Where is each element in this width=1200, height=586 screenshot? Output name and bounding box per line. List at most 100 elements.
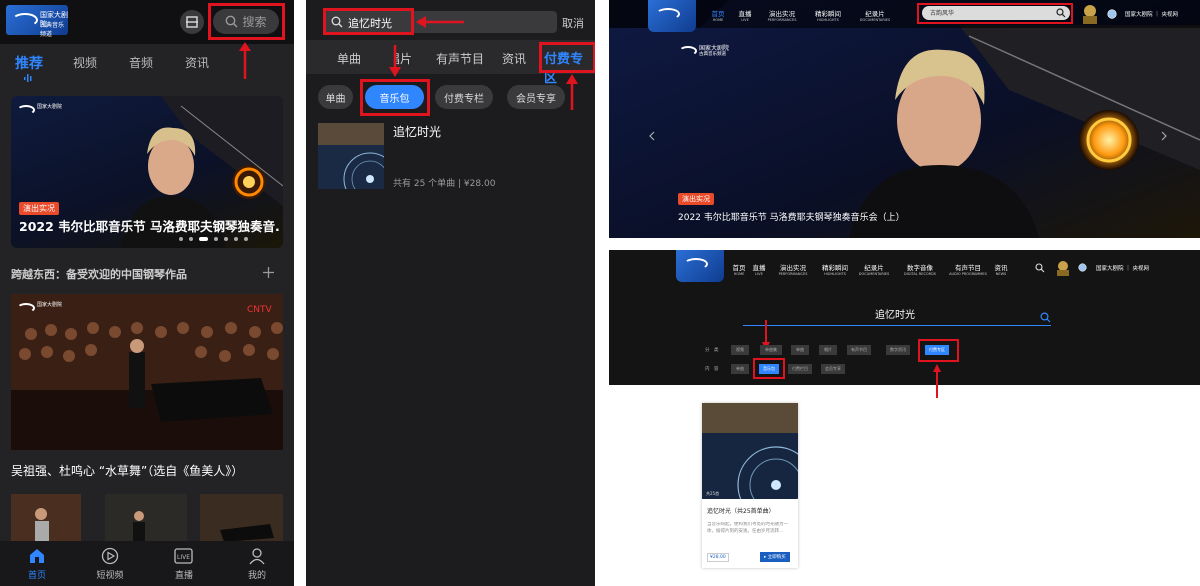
web-nav-performances[interactable]: 演出实况 PERFORMANCES bbox=[762, 8, 802, 22]
filter-album[interactable]: 唱片 bbox=[819, 345, 837, 355]
nav-home[interactable]: 首页 HOME bbox=[729, 262, 749, 276]
web-home-panel: 国家大剧院 古典音乐频道 首页 HOME 直播 LIVE 演出实况 PERFORMAN… bbox=[609, 0, 1200, 238]
arrow-down-icon bbox=[389, 45, 401, 77]
web-search-input[interactable]: 古韵风华 bbox=[922, 6, 1070, 20]
plus-icon[interactable] bbox=[263, 267, 274, 278]
nav-live[interactable]: 直播 LIVE bbox=[749, 262, 769, 276]
filter-content-single[interactable]: 单曲 bbox=[731, 364, 749, 374]
tab-recommend[interactable]: 推荐 bbox=[15, 53, 43, 73]
video-card[interactable]: CNTV 国家大剧院 bbox=[11, 294, 283, 450]
filter-audio-programs[interactable]: 有声节目 bbox=[847, 345, 871, 355]
search-icon[interactable] bbox=[1056, 8, 1066, 18]
search-button[interactable]: 搜索 bbox=[213, 9, 279, 34]
svg-text:CNTV: CNTV bbox=[247, 305, 273, 315]
row2-label: 内 容 bbox=[705, 367, 719, 372]
tabbar-me-label[interactable]: 我的 bbox=[237, 568, 277, 581]
result-item[interactable] bbox=[318, 123, 384, 189]
cancel-button[interactable]: 取消 bbox=[562, 15, 584, 31]
live-icon[interactable]: LIVE bbox=[174, 547, 193, 565]
arrow-up-icon bbox=[933, 364, 941, 398]
web-nav-live[interactable]: 直播 LIVE bbox=[733, 8, 757, 22]
tab-news[interactable]: 资讯 bbox=[185, 54, 209, 71]
award-badge-icon bbox=[1057, 261, 1069, 276]
active-tab-indicator-icon bbox=[24, 74, 32, 82]
result-title: 追忆时光 bbox=[393, 125, 442, 139]
filter-single-set[interactable]: 单曲集 bbox=[760, 345, 782, 355]
bottom-tabbar: 首页 短视频 LIVE 直播 我的 bbox=[0, 541, 294, 586]
banner-card[interactable]: 国家大剧院 演出实况 2022 韦尔比耶音乐节 马洛费耶夫钢琴独奏音... bbox=[11, 96, 283, 248]
card-badge: 共25首 bbox=[706, 491, 720, 496]
search-query: 追忆时光 bbox=[875, 310, 915, 321]
tabbar-home-label[interactable]: 首页 bbox=[17, 568, 57, 581]
svg-text:LIVE: LIVE bbox=[177, 554, 190, 561]
nav-news[interactable]: 资讯 NEWS bbox=[993, 262, 1009, 276]
clock-cover-image bbox=[318, 123, 384, 189]
scan-icon[interactable] bbox=[180, 10, 204, 34]
banner-logo-text: 国家大剧院 bbox=[699, 45, 730, 52]
org-links[interactable]: 国家大剧院 ｜ 央视网 bbox=[1096, 264, 1149, 272]
clock-cover-image bbox=[702, 403, 798, 499]
filter-digital-news[interactable]: 数字资讯 bbox=[886, 345, 910, 355]
web-logo[interactable] bbox=[676, 250, 724, 282]
nav-performances[interactable]: 演出实况 PERFORMANCES bbox=[773, 262, 813, 276]
card-description: 当音乐响起，便和我们寻觅的时光融为一体，偷得片刻的安逸，任由岁月流转... bbox=[707, 522, 788, 534]
category-tabs: 单曲 唱片 有声节目 资讯 付费专区 bbox=[306, 40, 595, 86]
logo-subtext: 古典音乐频道 bbox=[40, 22, 65, 38]
banner-logo-text: 国家大剧院 bbox=[37, 104, 63, 110]
row1-label: 分 类 bbox=[705, 348, 719, 353]
arrow-up-icon bbox=[239, 42, 251, 79]
tabbar-live-label[interactable]: 直播 bbox=[164, 568, 204, 581]
tabbar-shortvideo-label[interactable]: 短视频 bbox=[90, 568, 130, 581]
banner-logo: 国家大剧院 bbox=[17, 102, 63, 120]
web-nav-documentaries[interactable]: 纪录片 DOCUMENTARIES bbox=[853, 8, 897, 22]
globe-icon[interactable] bbox=[1078, 263, 1087, 272]
chip-member-only[interactable]: 会员专享 bbox=[507, 85, 565, 109]
org-links[interactable]: 国家大剧院 ｜ 央视网 bbox=[1125, 10, 1178, 18]
filter-content-music-pack[interactable]: 音乐包 bbox=[759, 364, 779, 374]
banner-tag: 演出实况 bbox=[19, 202, 59, 215]
tab-audio-programs[interactable]: 有声节目 bbox=[436, 50, 484, 67]
user-icon[interactable] bbox=[248, 547, 266, 565]
buy-button[interactable]: ▸ 立即购买 bbox=[760, 552, 790, 562]
filter-content-paid-column[interactable]: 付费栏目 bbox=[788, 364, 812, 374]
filter-single[interactable]: 单曲 bbox=[791, 345, 809, 355]
tab-video[interactable]: 视频 bbox=[73, 54, 97, 71]
web-logo[interactable] bbox=[648, 0, 696, 32]
result-meta: 共有 25 个单曲 | ¥28.00 bbox=[393, 179, 496, 189]
nav-documentaries[interactable]: 纪录片 DOCUMENTARIES bbox=[853, 262, 895, 276]
banner-logo: 国家大剧院 古典音乐频道 bbox=[679, 44, 735, 60]
nav-highlights[interactable]: 精彩瞬间 HIGHLIGHTS bbox=[816, 262, 854, 276]
chip-single[interactable]: 单曲 bbox=[318, 85, 353, 109]
search-icon[interactable] bbox=[1040, 312, 1051, 323]
music-pack-card[interactable]: 共25首 追忆时光（共25首单曲） 当音乐响起，便和我们寻觅的时光融为一体，偷得… bbox=[702, 403, 798, 568]
tab-news[interactable]: 资讯 bbox=[502, 50, 526, 67]
search-icon bbox=[331, 16, 343, 28]
nav-audio-programmes[interactable]: 有声节目 AUDIO PROGRAMMES bbox=[945, 262, 991, 276]
chip-paid-column[interactable]: 付费专栏 bbox=[435, 85, 493, 109]
chip-music-pack[interactable]: 音乐包 bbox=[365, 85, 424, 109]
tab-audio[interactable]: 音频 bbox=[129, 54, 153, 71]
play-circle-icon[interactable] bbox=[101, 547, 119, 565]
web-banner-title: 2022 韦尔比耶音乐节 马洛费耶夫钢琴独奏音乐会（上） bbox=[678, 213, 905, 223]
chevron-left-icon[interactable] bbox=[649, 131, 655, 141]
web-banner-tag: 演出实况 bbox=[678, 193, 714, 205]
carousel-dots[interactable] bbox=[179, 237, 248, 241]
banner-logo-subtext: 古典音乐频道 bbox=[699, 52, 726, 57]
chevron-right-icon[interactable] bbox=[1161, 131, 1167, 141]
search-underline[interactable] bbox=[743, 325, 1051, 326]
filter-content-member[interactable]: 会员专享 bbox=[821, 364, 845, 374]
home-icon[interactable] bbox=[28, 547, 46, 565]
globe-icon[interactable] bbox=[1107, 9, 1117, 19]
nav-digital-records[interactable]: 数字音像 DIGITAL RECORDS bbox=[899, 262, 941, 276]
video-logo-text: 国家大剧院 bbox=[37, 302, 63, 308]
thumb-2[interactable] bbox=[105, 494, 187, 544]
filter-video[interactable]: 视频 bbox=[731, 345, 749, 355]
thumb-3[interactable] bbox=[200, 494, 283, 544]
thumb-1[interactable] bbox=[11, 494, 81, 544]
web-nav-highlights[interactable]: 精彩瞬间 HIGHLIGHTS bbox=[809, 8, 847, 22]
tab-single[interactable]: 单曲 bbox=[337, 50, 361, 67]
web-nav-home[interactable]: 首页 HOME bbox=[706, 8, 730, 22]
search-label: 搜索 bbox=[242, 15, 267, 29]
search-icon[interactable] bbox=[1035, 263, 1045, 273]
filter-paid-zone[interactable]: 付费专区 bbox=[925, 345, 949, 355]
